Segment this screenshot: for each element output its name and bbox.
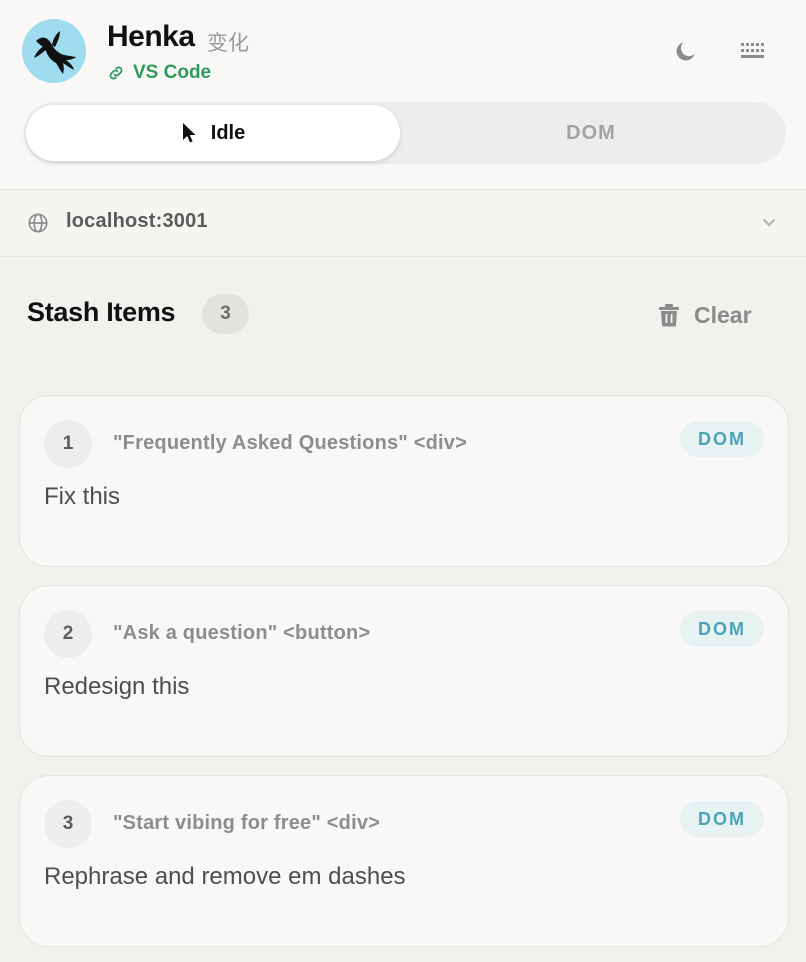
item-type-badge: DOM [680, 611, 764, 647]
section-title: Stash Items [27, 297, 176, 327]
clear-label: Clear [694, 301, 752, 328]
mode-idle-label: Idle [210, 121, 246, 144]
claw-logo-icon [34, 31, 76, 74]
globe-icon [28, 213, 48, 233]
item-target: "Ask a question" <button> [113, 622, 371, 644]
stash-item-card[interactable]: 3 "Start vibing for free" <div> DOM Reph… [19, 775, 789, 947]
item-index: 1 [44, 420, 92, 468]
item-index: 3 [44, 800, 92, 848]
moon-icon [676, 42, 695, 61]
item-note: Rephrase and remove em dashes [44, 863, 406, 890]
stash-item-card[interactable]: 2 "Ask a question" <button> DOM Redesign… [19, 585, 789, 757]
connection-label: VS Code [133, 62, 212, 83]
mode-idle-option[interactable]: Idle [26, 105, 400, 161]
item-note: Redesign this [44, 673, 190, 700]
item-type-badge: DOM [680, 421, 764, 457]
mode-dom-option[interactable]: DOM [404, 105, 778, 161]
item-type-badge: DOM [680, 801, 764, 837]
clear-button[interactable]: Clear [658, 298, 752, 332]
url-value: localhost:3001 [66, 210, 208, 232]
app-name: Henka [107, 20, 195, 53]
stash-count-badge: 3 [202, 294, 249, 334]
mode-dom-label: DOM [566, 121, 616, 144]
keyboard-shortcuts-button[interactable] [737, 34, 771, 68]
item-index: 2 [44, 610, 92, 658]
item-target: "Frequently Asked Questions" <div> [113, 432, 468, 454]
app-logo [22, 19, 86, 83]
mode-toggle: Idle DOM [24, 102, 786, 164]
item-note: Fix this [44, 483, 121, 510]
link-icon [109, 66, 123, 80]
app-name-native: 变化 [207, 31, 249, 55]
keyboard-icon [741, 43, 764, 58]
chevron-down-icon[interactable] [760, 215, 778, 229]
connection-status[interactable]: VS Code [107, 62, 211, 84]
item-target: "Start vibing for free" <div> [113, 812, 381, 834]
stash-item-card[interactable]: 1 "Frequently Asked Questions" <div> DOM… [19, 395, 789, 567]
theme-toggle-button[interactable] [669, 34, 703, 68]
trash-icon [659, 304, 679, 327]
cursor-arrow-icon [182, 123, 196, 143]
